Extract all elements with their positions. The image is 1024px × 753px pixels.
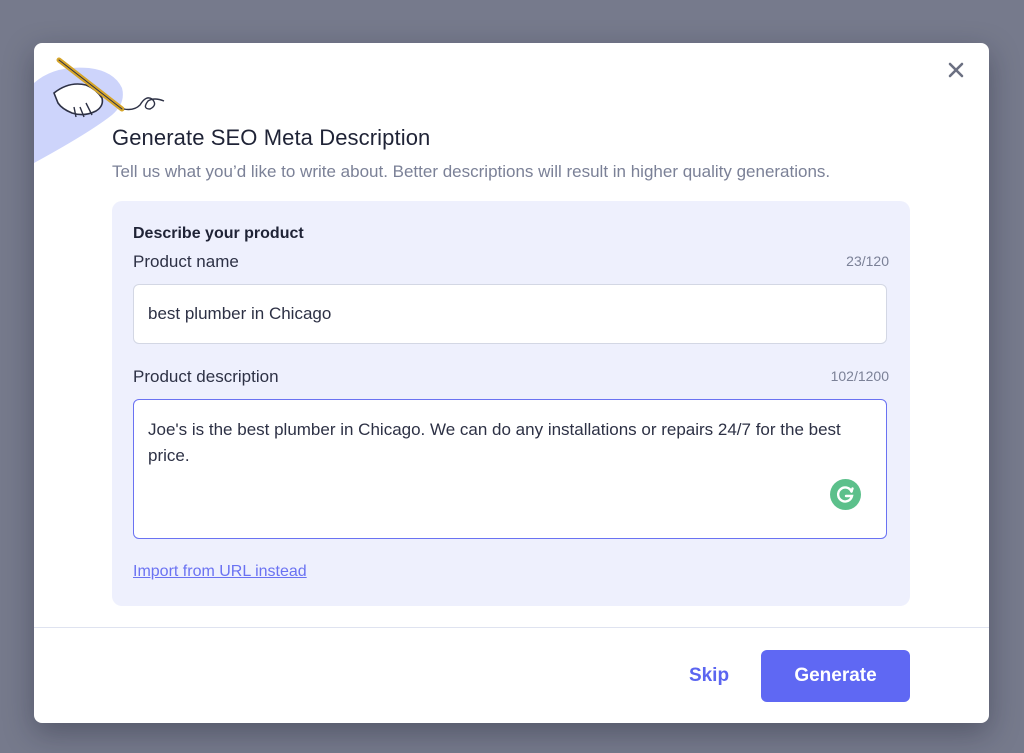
- footer-divider: [34, 627, 989, 628]
- dialog-subtitle: Tell us what you’d like to write about. …: [112, 162, 831, 181]
- close-icon[interactable]: [945, 59, 967, 81]
- product-description-textarea[interactable]: Joe's is the best plumber in Chicago. We…: [133, 399, 887, 539]
- seo-meta-description-dialog: Generate SEO Meta Description Tell us wh…: [34, 43, 989, 723]
- section-heading: Describe your product: [133, 225, 304, 242]
- product-description-counter: 102/1200: [830, 368, 889, 384]
- hand-writing-pen-illustration: [34, 57, 165, 163]
- grammarly-icon[interactable]: [830, 479, 861, 510]
- product-form-panel: Describe your product Product name 23/12…: [112, 201, 910, 606]
- product-name-input[interactable]: best plumber in Chicago: [133, 284, 887, 344]
- product-name-counter: 23/120: [846, 253, 889, 269]
- skip-button[interactable]: Skip: [674, 651, 744, 701]
- product-name-label: Product name: [133, 252, 239, 271]
- product-description-label: Product description: [133, 367, 279, 386]
- product-description-text: Joe's is the best plumber in Chicago. We…: [148, 420, 841, 465]
- dialog-title: Generate SEO Meta Description: [112, 125, 431, 150]
- generate-button[interactable]: Generate: [761, 650, 910, 702]
- import-from-url-link[interactable]: Import from URL instead: [133, 563, 307, 581]
